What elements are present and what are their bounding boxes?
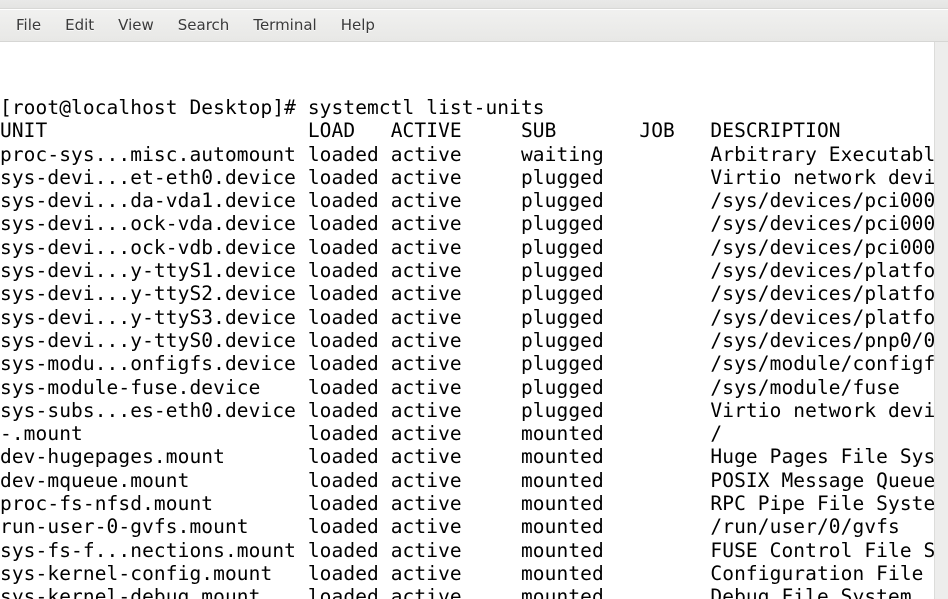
- list-row: sys-devi...y-ttyS0.device loaded active …: [0, 329, 948, 352]
- terminal-prompt-line[interactable]: [root@localhost Desktop]# systemctl list…: [0, 96, 948, 119]
- menubar: File Edit View Search Terminal Help: [0, 9, 948, 42]
- list-header: UNIT LOAD ACTIVE SUB JOB DESCRIPTION: [0, 119, 948, 142]
- terminal-output[interactable]: [root@localhost Desktop]# systemctl list…: [0, 42, 948, 599]
- titlebar-strip: [0, 0, 948, 9]
- list-row: sys-module-fuse.device loaded active plu…: [0, 376, 948, 399]
- list-row: sys-devi...et-eth0.device loaded active …: [0, 166, 948, 189]
- menu-view[interactable]: View: [108, 12, 164, 39]
- menu-file[interactable]: File: [6, 12, 51, 39]
- menu-search[interactable]: Search: [168, 12, 240, 39]
- list-row: dev-mqueue.mount loaded active mounted P…: [0, 469, 948, 492]
- list-row: sys-devi...ock-vda.device loaded active …: [0, 212, 948, 235]
- terminal-scrollbar[interactable]: [934, 42, 948, 599]
- list-row: sys-devi...y-ttyS1.device loaded active …: [0, 259, 948, 282]
- list-row: -.mount loaded active mounted /: [0, 422, 948, 445]
- list-row: sys-kernel-debug.mount loaded active mou…: [0, 585, 948, 599]
- list-row: sys-devi...y-ttyS3.device loaded active …: [0, 306, 948, 329]
- list-row: run-user-0-gvfs.mount loaded active moun…: [0, 515, 948, 538]
- list-row: sys-devi...da-vda1.device loaded active …: [0, 189, 948, 212]
- list-row: proc-sys...misc.automount loaded active …: [0, 143, 948, 166]
- menu-help[interactable]: Help: [331, 12, 385, 39]
- list-row: sys-modu...onfigfs.device loaded active …: [0, 352, 948, 375]
- list-row: sys-kernel-config.mount loaded active mo…: [0, 562, 948, 585]
- menu-edit[interactable]: Edit: [55, 12, 104, 39]
- list-row: sys-fs-f...nections.mount loaded active …: [0, 539, 948, 562]
- terminal-viewport[interactable]: [root@localhost Desktop]# systemctl list…: [0, 42, 948, 599]
- list-row: proc-fs-nfsd.mount loaded active mounted…: [0, 492, 948, 515]
- terminal-window: File Edit View Search Terminal Help [roo…: [0, 0, 948, 599]
- list-row: sys-devi...y-ttyS2.device loaded active …: [0, 282, 948, 305]
- menu-terminal[interactable]: Terminal: [243, 12, 326, 39]
- list-row: sys-devi...ock-vdb.device loaded active …: [0, 236, 948, 259]
- list-row: sys-subs...es-eth0.device loaded active …: [0, 399, 948, 422]
- list-row: dev-hugepages.mount loaded active mounte…: [0, 445, 948, 468]
